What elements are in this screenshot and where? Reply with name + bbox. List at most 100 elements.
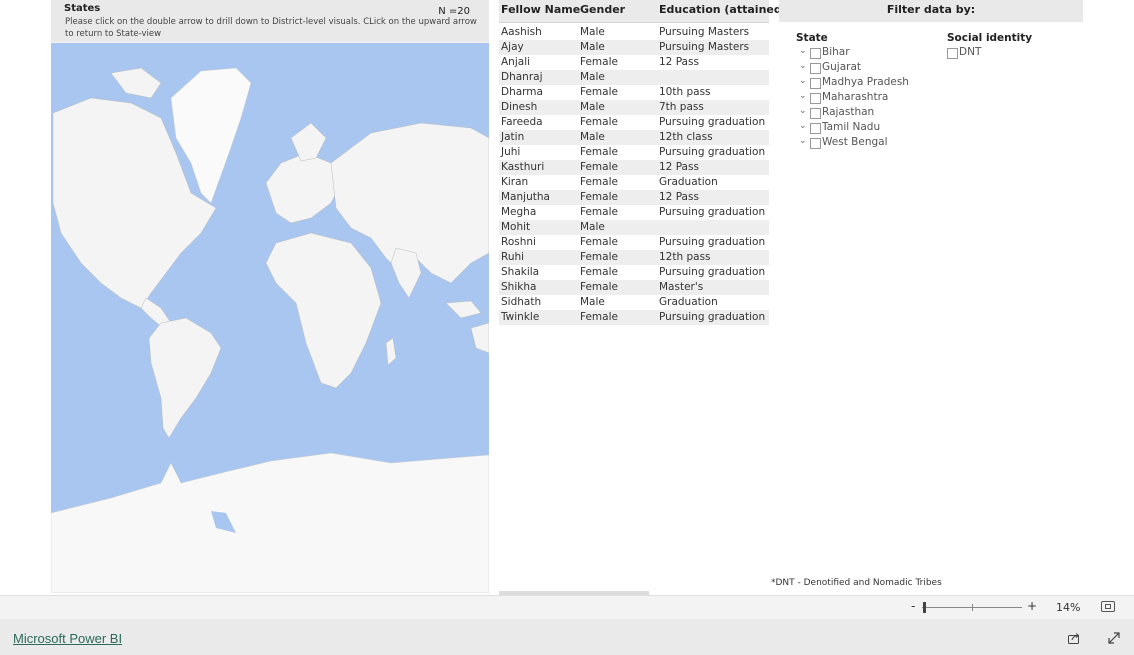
expand-icon[interactable] [1107,631,1121,645]
fit-page-icon[interactable] [1101,601,1115,612]
cell-gender: Female [580,266,618,278]
cell-name: Dharma [501,86,543,98]
cell-education: Graduation [659,296,718,308]
table-row[interactable]: Mohit Male [499,220,769,235]
table-row[interactable]: Roshni Female Pursuing graduation [499,235,769,250]
cell-education: Pursuing graduation [659,116,766,128]
cell-gender: Male [580,101,605,113]
map-instructions: Please click on the double arrow to dril… [65,17,477,39]
table-row[interactable]: Fareeda Female Pursuing graduation [499,115,769,130]
cell-gender: Male [580,71,605,83]
cell-name: Kasthuri [501,161,545,173]
social-identity-slicer-title: Social identity [947,32,1033,44]
cell-gender: Female [580,116,618,128]
table-row[interactable]: Juhi Female Pursuing graduation [499,145,769,160]
social-identity-label: DNT [959,46,982,58]
checkbox[interactable] [810,48,821,59]
zoom-in-button[interactable]: + [1027,599,1037,613]
chevron-down-icon[interactable]: ⌄ [799,61,807,71]
checkbox[interactable] [810,108,821,119]
chevron-down-icon[interactable]: ⌄ [799,91,807,101]
table-row[interactable]: Shakila Female Pursuing graduation [499,265,769,280]
state-label: Madhya Pradesh [822,76,909,88]
footnote: *DNT - Denotified and Nomadic Tribes [771,578,942,588]
cell-name: Fareeda [501,116,543,128]
cell-education: 12th pass [659,251,711,263]
power-bi-link[interactable]: Microsoft Power BI [13,631,122,646]
checkbox[interactable] [810,138,821,149]
table-row[interactable]: Twinkle Female Pursuing graduation [499,310,769,325]
table-header: Fellow Name Gender Education (attained) [499,0,787,23]
cell-gender: Male [580,41,605,53]
table-row[interactable]: Manjutha Female 12 Pass [499,190,769,205]
cell-education: Pursuing graduation [659,236,766,248]
table-row[interactable]: Aashish Male Pursuing Masters [499,25,769,40]
state-label: Tamil Nadu [822,121,881,133]
table-row[interactable]: Shikha Female Master's [499,280,769,295]
cell-gender: Male [580,26,605,38]
cell-gender: Female [580,281,618,293]
report-canvas: States N =20 Please click on the double … [0,0,1134,595]
chevron-down-icon[interactable]: ⌄ [799,76,807,86]
cell-gender: Female [580,191,618,203]
checkbox[interactable] [810,63,821,74]
cell-education: 12th class [659,131,713,143]
states-map-visual[interactable]: States N =20 Please click on the double … [51,0,489,593]
table-row[interactable]: Kasthuri Female 12 Pass [499,160,769,175]
checkbox[interactable] [810,78,821,89]
table-row[interactable]: Anjali Female 12 Pass [499,55,769,70]
table-row[interactable]: Megha Female Pursuing graduation [499,205,769,220]
cell-gender: Female [580,56,618,68]
filter-title: Filter data by: [886,3,976,16]
table-row[interactable]: Dinesh Male 7th pass [499,100,769,115]
table-row[interactable]: Kiran Female Graduation [499,175,769,190]
table-row[interactable]: Jatin Male 12th class [499,130,769,145]
chevron-down-icon[interactable]: ⌄ [799,46,807,56]
cell-education: Master's [659,281,704,293]
cell-education: Graduation [659,176,718,188]
state-label: Bihar [822,46,850,58]
table-row[interactable]: Ruhi Female 12th pass [499,250,769,265]
map-title: States [64,3,101,14]
cell-education: 12 Pass [659,161,699,173]
zoom-out-button[interactable]: - [911,599,915,613]
table-body: Aashish Male Pursuing Masters Ajay Male Pursu… [499,25,769,325]
state-label: West Bengal [822,136,888,148]
table-row[interactable]: Ajay Male Pursuing Masters [499,40,769,55]
fellows-table[interactable]: Fellow Name Gender Education (attained) … [499,0,787,595]
cell-education: Pursuing graduation [659,206,766,218]
cell-gender: Male [580,221,605,233]
zoom-slider-thumb[interactable] [923,602,926,613]
cell-name: Roshni [501,236,536,248]
column-header-name[interactable]: Fellow Name [501,3,580,16]
chevron-down-icon[interactable]: ⌄ [799,121,807,131]
cell-education: 7th pass [659,101,704,113]
checkbox[interactable] [810,123,821,134]
share-icon[interactable] [1067,631,1081,645]
column-header-gender[interactable]: Gender [580,3,625,16]
cell-name: Ajay [501,41,524,53]
chevron-down-icon[interactable]: ⌄ [799,106,807,116]
left-margin [0,0,50,595]
cell-gender: Male [580,131,605,143]
checkbox[interactable] [810,93,821,104]
state-label: Maharashtra [822,91,889,103]
chevron-down-icon[interactable]: ⌄ [799,136,807,146]
table-row[interactable]: Dhanraj Male [499,70,769,85]
cell-name: Kiran [501,176,529,188]
checkbox[interactable] [947,48,958,59]
table-row[interactable]: Sidhath Male Graduation [499,295,769,310]
cell-name: Dinesh [501,101,538,113]
cell-name: Manjutha [501,191,550,203]
cell-name: Juhi [501,146,521,158]
world-map[interactable] [51,43,489,593]
cell-name: Mohit [501,221,531,233]
cell-gender: Female [580,236,618,248]
cell-gender: Female [580,311,618,323]
bottom-bar: Microsoft Power BI [0,619,1134,655]
column-header-education[interactable]: Education (attained) [659,3,787,16]
cell-name: Shakila [501,266,540,278]
table-row[interactable]: Dharma Female 10th pass [499,85,769,100]
state-slicer-title: State [796,32,828,44]
cell-gender: Female [580,251,618,263]
